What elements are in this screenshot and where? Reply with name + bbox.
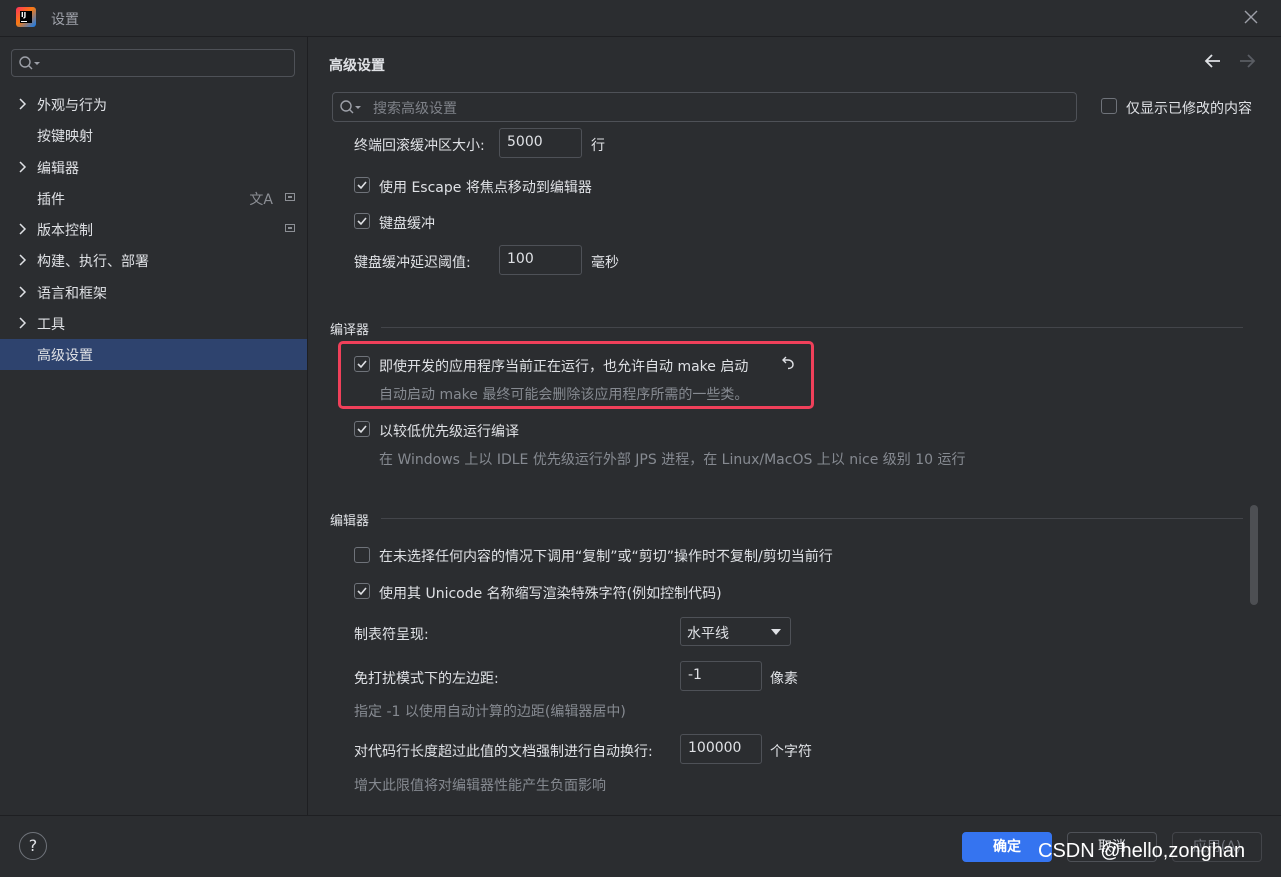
chevron-right-icon: [18, 254, 28, 270]
sidebar-item-label: 外观与行为: [37, 98, 107, 114]
chevron-right-icon: [18, 286, 28, 302]
sidebar-item-build[interactable]: 构建、执行、部署: [0, 245, 307, 276]
translate-icon: 文A: [249, 192, 273, 208]
sidebar-item-label: 插件: [37, 192, 65, 208]
copy-line-checkbox[interactable]: [354, 547, 370, 563]
keyboard-buffer-checkbox[interactable]: [354, 213, 370, 229]
sidebar-item-languages[interactable]: 语言和框架: [0, 277, 307, 308]
low-priority-label: 以较低优先级运行编译: [379, 424, 519, 440]
scrollback-label: 终端回滚缓冲区大小:: [354, 138, 485, 154]
chevron-right-icon: [18, 317, 28, 333]
window-title: 设置: [51, 12, 79, 28]
page-title: 高级设置: [329, 58, 385, 74]
auto-make-label: 即使开发的应用程序当前正在运行，也允许自动 make 启动: [379, 359, 749, 375]
compiler-section-title: 编译器: [330, 323, 370, 338]
settings-sidebar: 外观与行为 按键映射 编辑器 插件 文A 版本控制 构建、执行、部署 语言和框架…: [0, 37, 307, 815]
editor-section-title: 编辑器: [330, 514, 370, 529]
chevron-down-icon: [771, 629, 781, 635]
chevron-right-icon: [18, 161, 28, 177]
sidebar-item-label: 语言和框架: [37, 286, 107, 302]
checkmark-icon: [357, 587, 367, 596]
vertical-scrollbar[interactable]: [1250, 505, 1258, 605]
auto-make-hint: 自动启动 make 最终可能会删除该应用程序所需的一些类。: [379, 387, 749, 403]
keyboard-buffer-label: 键盘缓冲: [379, 216, 435, 232]
sidebar-item-editor[interactable]: 编辑器: [0, 152, 307, 183]
copy-line-label: 在未选择任何内容的情况下调用“复制”或“剪切”操作时不复制/剪切当前行: [379, 549, 833, 565]
tab-render-value: 水平线: [687, 626, 729, 642]
search-icon: [18, 55, 42, 75]
sidebar-search[interactable]: [11, 49, 295, 77]
buffer-delay-unit: 毫秒: [591, 255, 619, 271]
low-priority-checkbox[interactable]: [354, 421, 370, 437]
sidebar-item-label: 按键映射: [37, 129, 93, 145]
zen-margin-hint: 指定 -1 以使用自动计算的边距(编辑器居中): [354, 704, 626, 720]
unicode-checkbox[interactable]: [354, 583, 370, 599]
tab-render-select[interactable]: 水平线: [680, 617, 791, 646]
title-bar: IJ 设置: [0, 0, 1281, 37]
project-settings-icon: [285, 224, 295, 232]
escape-focus-checkbox[interactable]: [354, 177, 370, 193]
settings-content: 高级设置 仅显示已修改的内容 终端回滚缓冲区大小: 5000 行 使用 Esca…: [308, 37, 1281, 815]
sidebar-item-keymap[interactable]: 按键映射: [0, 120, 307, 151]
escape-focus-label: 使用 Escape 将焦点移动到编辑器: [379, 180, 592, 196]
buffer-delay-input[interactable]: 100: [499, 245, 582, 275]
reset-icon[interactable]: [780, 355, 796, 375]
help-button[interactable]: ?: [19, 832, 47, 860]
soft-wrap-input[interactable]: 100000: [680, 734, 762, 764]
soft-wrap-label: 对代码行长度超过此值的文档强制进行自动换行:: [354, 744, 653, 760]
chevron-right-icon: [18, 223, 28, 239]
unicode-label: 使用其 Unicode 名称缩写渲染特殊字符(例如控制代码): [379, 586, 722, 602]
zen-margin-label: 免打扰模式下的左边距:: [354, 671, 499, 687]
sidebar-item-appearance[interactable]: 外观与行为: [0, 89, 307, 120]
checkmark-icon: [357, 425, 367, 434]
sidebar-item-label: 编辑器: [37, 161, 79, 177]
sidebar-item-label: 构建、执行、部署: [37, 254, 149, 270]
zen-margin-unit: 像素: [770, 671, 798, 687]
checkbox-unchecked[interactable]: [1101, 98, 1117, 114]
zen-margin-input[interactable]: -1: [680, 661, 762, 691]
checkmark-icon: [357, 360, 367, 369]
close-icon[interactable]: [1240, 6, 1262, 28]
project-settings-icon: [285, 193, 295, 201]
section-divider: [381, 518, 1243, 519]
scrollback-input[interactable]: 5000: [499, 128, 582, 158]
forward-arrow-icon[interactable]: [1238, 53, 1256, 74]
sidebar-item-version-control[interactable]: 版本控制: [0, 214, 307, 245]
checkmark-icon: [357, 181, 367, 190]
chevron-right-icon: [18, 98, 28, 114]
sidebar-item-plugins[interactable]: 插件 文A: [0, 183, 307, 214]
tab-render-label: 制表符呈现:: [354, 627, 429, 643]
only-modified-label: 仅显示已修改的内容: [1126, 101, 1252, 117]
checkmark-icon: [357, 217, 367, 226]
soft-wrap-unit: 个字符: [770, 744, 812, 760]
soft-wrap-hint: 增大此限值将对编辑器性能产生负面影响: [354, 778, 606, 794]
dialog-footer: ? 确定 取消 应用(A) CSDN @hello,zonghan: [0, 815, 1281, 877]
sidebar-item-label: 版本控制: [37, 223, 93, 239]
scrollback-unit: 行: [591, 138, 605, 154]
auto-make-checkbox[interactable]: [354, 356, 370, 372]
watermark: CSDN @hello,zonghan: [1038, 840, 1246, 862]
sidebar-item-advanced-settings[interactable]: 高级设置: [0, 339, 307, 370]
sidebar-search-input[interactable]: [48, 53, 292, 75]
sidebar-item-label: 工具: [37, 317, 65, 333]
sidebar-item-tools[interactable]: 工具: [0, 308, 307, 339]
search-icon: [339, 99, 363, 119]
sidebar-item-label: 高级设置: [37, 348, 93, 364]
buffer-delay-label: 键盘缓冲延迟阈值:: [354, 255, 471, 271]
section-divider: [381, 327, 1243, 328]
advanced-settings-search[interactable]: [332, 92, 1077, 122]
low-priority-hint: 在 Windows 上以 IDLE 优先级运行外部 JPS 进程，在 Linux…: [379, 452, 966, 468]
advanced-settings-search-input[interactable]: [371, 98, 1065, 120]
back-arrow-icon[interactable]: [1204, 53, 1222, 74]
intellij-logo-icon: IJ: [16, 7, 36, 27]
